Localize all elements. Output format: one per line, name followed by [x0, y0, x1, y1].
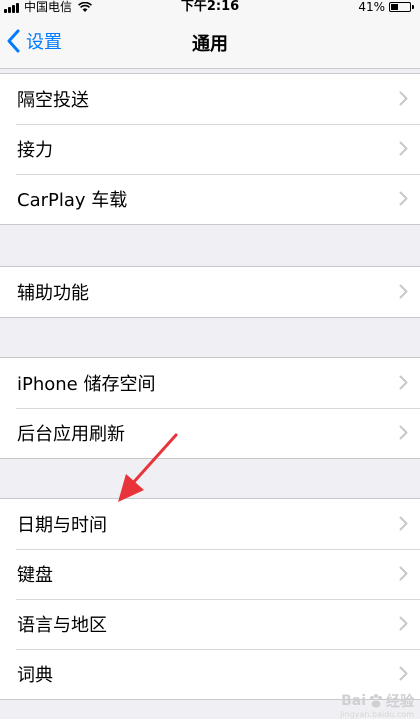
settings-group-sharing: 隔空投送 接力 CarPlay 车载: [0, 73, 420, 225]
annotation-arrow-icon: [118, 433, 178, 502]
watermark-url: jingyan.baidu.com: [340, 710, 414, 719]
chevron-right-icon: [399, 566, 408, 581]
row-label: iPhone 储存空间: [17, 374, 156, 395]
row-language-region[interactable]: 语言与地区: [0, 599, 420, 649]
settings-group-locale: 日期与时间 键盘 语言与地区 词典: [0, 498, 420, 700]
chevron-right-icon: [399, 91, 408, 106]
page-title: 通用: [192, 34, 228, 55]
chevron-right-icon: [399, 666, 408, 681]
row-background-app-refresh[interactable]: 后台应用刷新: [0, 408, 420, 458]
battery-icon: [389, 2, 411, 12]
settings-group-accessibility: 辅助功能: [0, 266, 420, 318]
battery-fill: [391, 4, 398, 10]
chevron-right-icon: [399, 284, 408, 299]
chevron-right-icon: [399, 375, 408, 390]
row-airdrop[interactable]: 隔空投送: [0, 74, 420, 124]
watermark-brand: Bai: [341, 693, 366, 709]
chevron-right-icon: [399, 141, 408, 156]
battery-percent: 41%: [358, 0, 385, 14]
status-time: 下午2:16: [180, 0, 240, 14]
watermark-suffix: 经验: [386, 694, 414, 710]
row-label: CarPlay 车载: [17, 190, 128, 211]
navigation-bar: 设置 通用: [0, 14, 420, 69]
row-accessibility[interactable]: 辅助功能: [0, 267, 420, 317]
chevron-right-icon: [399, 191, 408, 206]
paw-logo-icon: [370, 694, 382, 708]
row-label: 后台应用刷新: [17, 424, 125, 445]
row-label: 接力: [17, 140, 53, 161]
row-label: 辅助功能: [17, 283, 89, 304]
row-label: 语言与地区: [17, 615, 107, 636]
status-right: 41%: [358, 0, 414, 14]
row-keyboard[interactable]: 键盘: [0, 549, 420, 599]
watermark: Bai 经验 jingyan.baidu.com: [340, 691, 414, 719]
status-bar: 中国电信 下午2:16 41%: [0, 0, 420, 14]
row-label: 日期与时间: [17, 515, 107, 536]
chevron-right-icon: [399, 616, 408, 631]
settings-group-storage: iPhone 储存空间 后台应用刷新: [0, 357, 420, 459]
row-carplay[interactable]: CarPlay 车载: [0, 174, 420, 224]
chevron-right-icon: [399, 425, 408, 440]
row-iphone-storage[interactable]: iPhone 储存空间: [0, 358, 420, 408]
row-label: 键盘: [17, 565, 53, 586]
row-label: 隔空投送: [17, 90, 89, 111]
chevron-right-icon: [399, 516, 408, 531]
row-label: 词典: [17, 665, 53, 686]
row-handoff[interactable]: 接力: [0, 124, 420, 174]
row-date-time[interactable]: 日期与时间: [0, 499, 420, 549]
battery-tip: [412, 5, 414, 9]
